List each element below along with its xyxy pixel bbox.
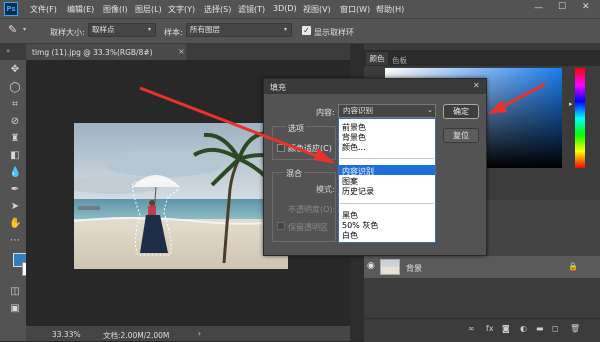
new-layer-icon[interactable]: ◻ — [552, 324, 559, 333]
sample-size-label: 取样大小: — [50, 28, 85, 37]
status-menu-icon[interactable]: › — [198, 329, 201, 338]
new-group-icon[interactable]: ▬ — [536, 324, 544, 333]
sample-label: 样本: — [164, 28, 183, 37]
delete-layer-icon[interactable]: 🗑 — [570, 324, 580, 333]
menu-filter[interactable]: 滤镜(T) — [238, 4, 265, 15]
pen-tool-icon[interactable]: ✒ — [9, 184, 21, 196]
collapse-toolbar-icon[interactable]: » — [6, 47, 10, 55]
options-section-title: 选项 — [286, 123, 306, 134]
document-info: 文档:2.00M/2.00M — [103, 331, 170, 340]
menu-window[interactable]: 窗口(W) — [340, 4, 370, 15]
layers-panel-footer — [364, 318, 600, 342]
menu-layer[interactable]: 图层(L) — [135, 4, 162, 15]
preserve-transparency-checkbox[interactable] — [277, 222, 285, 230]
photoshop-logo: Ps — [4, 2, 18, 16]
show-sampling-ring-label: 显示取样环 — [314, 28, 354, 37]
menu-help[interactable]: 帮助(H) — [376, 4, 404, 15]
dropdown-option-white[interactable]: 白色 — [342, 230, 358, 241]
layer-style-icon[interactable]: fx — [486, 324, 494, 333]
hue-slider[interactable] — [575, 68, 585, 168]
menu-edit[interactable]: 编辑(E) — [67, 4, 94, 15]
lock-icon: 🔒 — [568, 262, 578, 271]
hand-tool-icon[interactable]: ✋ — [9, 218, 21, 230]
layer-name: 背景 — [406, 264, 422, 273]
chevron-down-icon: ▾ — [148, 26, 152, 33]
tab-swatches[interactable]: 色板 — [392, 55, 407, 66]
layer-thumbnail — [380, 259, 400, 275]
color-adaptation-checkbox[interactable] — [277, 144, 285, 152]
more-tools-icon[interactable]: ⋯ — [9, 235, 21, 247]
eyedropper-tool-icon[interactable]: ✎ — [8, 23, 17, 36]
quick-mask-icon[interactable]: ◫ — [9, 286, 21, 298]
menu-image[interactable]: 图像(I) — [103, 4, 128, 15]
layer-mask-icon[interactable]: ◙ — [502, 324, 510, 333]
lasso-tool-icon[interactable]: ◯ — [9, 82, 21, 94]
clone-stamp-tool-icon[interactable]: ♜ — [9, 133, 21, 145]
visibility-eye-icon[interactable]: ◉ — [367, 261, 375, 271]
crop-tool-icon[interactable]: ⌗ — [9, 99, 21, 111]
menu-3d[interactable]: 3D(D) — [273, 4, 297, 13]
blur-tool-icon[interactable]: 💧 — [9, 167, 21, 179]
content-label: 内容: — [316, 108, 335, 117]
opacity-label: 不透明度(O): — [288, 205, 336, 214]
close-window-button[interactable]: ✕ — [582, 2, 590, 12]
move-tool-icon[interactable]: ✥ — [9, 64, 21, 76]
dialog-close-icon[interactable]: ✕ — [473, 81, 480, 90]
chevron-down-icon: ⌄ — [427, 106, 433, 114]
tool-preset-chevron-icon[interactable]: ▾ — [23, 26, 26, 33]
sample-size-select[interactable]: 取样点 — [88, 23, 156, 37]
dialog-title: 填充 — [270, 83, 286, 92]
maximize-button[interactable]: ☐ — [558, 2, 566, 12]
preserve-transparency-label: 保留透明区 — [288, 223, 328, 232]
reset-button[interactable]: 复位 — [443, 128, 479, 143]
dropdown-option-history[interactable]: 历史记录 — [342, 186, 374, 197]
dropdown-separator — [340, 158, 434, 159]
menu-select[interactable]: 选择(S) — [204, 4, 231, 15]
minimize-button[interactable]: — — [534, 3, 543, 13]
zoom-level[interactable]: 33.33% — [52, 330, 81, 339]
healing-brush-tool-icon[interactable]: ⊘ — [9, 116, 21, 128]
dropdown-option-color[interactable]: 颜色... — [342, 142, 366, 153]
menu-file[interactable]: 文件(F) — [30, 4, 57, 15]
document-tab-title: timg (11).jpg @ 33.3%(RGB/8#) — [32, 48, 153, 57]
sample-select[interactable]: 所有图层 — [186, 23, 292, 37]
screen-mode-icon[interactable]: ▣ — [9, 303, 21, 315]
color-adaptation-label: 颜色适应(C) — [288, 144, 332, 153]
menu-view[interactable]: 视图(V) — [303, 4, 331, 15]
close-tab-icon[interactable]: × — [178, 47, 185, 56]
show-sampling-ring-checkbox[interactable]: ✓ — [302, 26, 311, 35]
hue-slider-marker-icon[interactable]: ▸ — [569, 100, 573, 108]
chevron-down-icon: ▾ — [284, 26, 288, 33]
tab-color[interactable]: 颜色 — [366, 52, 388, 65]
dropdown-separator — [340, 203, 434, 204]
eraser-tool-icon[interactable]: ◧ — [9, 150, 21, 162]
beach-photo — [74, 123, 288, 269]
dialog-title-bar[interactable] — [264, 79, 486, 94]
blending-section-title: 混合 — [284, 168, 304, 179]
adjustment-layer-icon[interactable]: ◐ — [520, 324, 527, 333]
content-select[interactable]: 内容识别 — [338, 104, 436, 118]
path-selection-tool-icon[interactable]: ➤ — [9, 201, 21, 213]
ok-button[interactable]: 确定 — [443, 104, 479, 119]
menu-type[interactable]: 文字(Y) — [168, 4, 195, 15]
link-layers-icon[interactable]: ∞ — [468, 324, 475, 333]
document-photo — [74, 123, 288, 269]
mode-label: 模式: — [316, 185, 335, 194]
